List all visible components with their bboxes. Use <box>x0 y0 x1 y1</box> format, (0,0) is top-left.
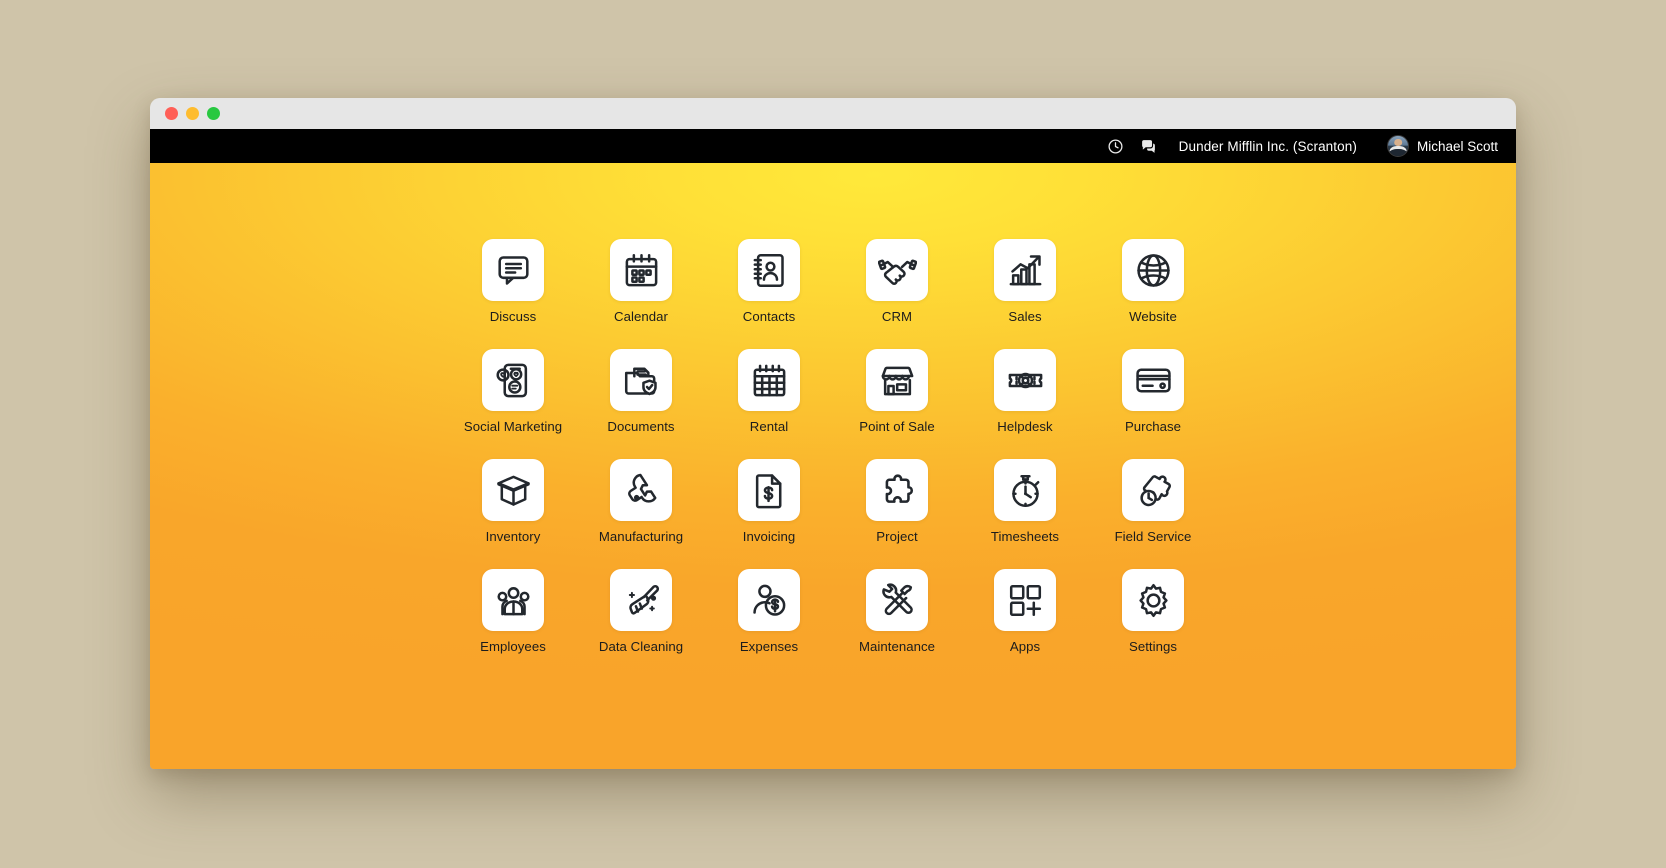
app-tile-settings[interactable]: Settings <box>1089 569 1217 679</box>
app-label: Calendar <box>614 309 668 324</box>
growth-chart-icon[interactable] <box>994 239 1056 301</box>
app-tile-discuss[interactable]: Discuss <box>449 239 577 349</box>
app-label: Discuss <box>489 309 537 324</box>
app-label: Contacts <box>742 309 796 324</box>
app-label: Manufacturing <box>598 529 684 544</box>
social-phone-icon[interactable] <box>482 349 544 411</box>
app-tile-calendar[interactable]: Calendar <box>577 239 705 349</box>
app-label: Apps <box>1009 639 1041 654</box>
apps-grid-plus-icon[interactable] <box>994 569 1056 631</box>
people-group-icon[interactable] <box>482 569 544 631</box>
rental-calendar-icon[interactable] <box>738 349 800 411</box>
app-tile-invoicing[interactable]: Invoicing <box>705 459 833 569</box>
app-label: Website <box>1129 309 1177 324</box>
discuss-icon[interactable] <box>482 239 544 301</box>
app-tile-inventory[interactable]: Inventory <box>449 459 577 569</box>
close-window-button[interactable] <box>165 107 178 120</box>
app-tile-helpdesk[interactable]: Helpdesk <box>961 349 1089 459</box>
app-tile-crm[interactable]: CRM <box>833 239 961 349</box>
app-label: Project <box>876 529 918 544</box>
apps-canvas: Discuss Calendar Contacts CRM Sales Website So… <box>150 163 1516 769</box>
app-label: Settings <box>1128 639 1178 654</box>
life-ring-ticket-icon[interactable] <box>994 349 1056 411</box>
wrench-icon[interactable] <box>610 459 672 521</box>
minimize-window-button[interactable] <box>186 107 199 120</box>
app-tile-social-marketing[interactable]: Social Marketing <box>449 349 577 459</box>
top-navbar: Dunder Mifflin Inc. (Scranton) Michael S… <box>150 129 1516 163</box>
handshake-icon[interactable] <box>866 239 928 301</box>
open-box-icon[interactable] <box>482 459 544 521</box>
stopwatch-icon[interactable] <box>994 459 1056 521</box>
app-tile-manufacturing[interactable]: Manufacturing <box>577 459 705 569</box>
apps-grid: Discuss Calendar Contacts CRM Sales Website So… <box>150 239 1516 679</box>
window-titlebar <box>150 98 1516 129</box>
contacts-icon[interactable] <box>738 239 800 301</box>
clock-icon[interactable] <box>1107 138 1124 155</box>
app-label: Field Service <box>1114 529 1192 544</box>
app-tile-sales[interactable]: Sales <box>961 239 1089 349</box>
user-menu[interactable]: Michael Scott <box>1386 135 1498 157</box>
app-tile-point-of-sale[interactable]: Point of Sale <box>833 349 961 459</box>
globe-icon[interactable] <box>1122 239 1184 301</box>
app-tile-project[interactable]: Project <box>833 459 961 569</box>
app-label: Purchase <box>1124 419 1182 434</box>
user-name: Michael Scott <box>1416 138 1498 154</box>
person-coin-icon[interactable] <box>738 569 800 631</box>
app-tile-apps[interactable]: Apps <box>961 569 1089 679</box>
app-label: Employees <box>480 639 546 654</box>
app-tile-field-service[interactable]: Field Service <box>1089 459 1217 569</box>
app-tile-employees[interactable]: Employees <box>449 569 577 679</box>
app-label: Point of Sale <box>859 419 935 434</box>
puzzle-piece-icon[interactable] <box>866 459 928 521</box>
app-tile-data-cleaning[interactable]: Data Cleaning <box>577 569 705 679</box>
puzzle-clock-icon[interactable] <box>1122 459 1184 521</box>
app-tile-website[interactable]: Website <box>1089 239 1217 349</box>
gear-icon[interactable] <box>1122 569 1184 631</box>
app-label: Inventory <box>485 529 541 544</box>
avatar <box>1386 135 1409 157</box>
maximize-window-button[interactable] <box>207 107 220 120</box>
app-label: Social Marketing <box>463 419 563 434</box>
storefront-icon[interactable] <box>866 349 928 411</box>
app-label: Helpdesk <box>997 419 1053 434</box>
app-label: Sales <box>1008 309 1042 324</box>
documents-shield-icon[interactable] <box>610 349 672 411</box>
dollar-document-icon[interactable] <box>738 459 800 521</box>
app-label: Expenses <box>739 639 799 654</box>
company-name[interactable]: Dunder Mifflin Inc. (Scranton) <box>1179 139 1357 154</box>
app-label: Maintenance <box>858 639 936 654</box>
broom-sparkle-icon[interactable] <box>610 569 672 631</box>
app-label: Timesheets <box>990 529 1060 544</box>
app-label: Data Cleaning <box>598 639 684 654</box>
calendar-icon[interactable] <box>610 239 672 301</box>
app-label: Invoicing <box>742 529 796 544</box>
app-label: CRM <box>881 309 913 324</box>
app-label: Documents <box>607 419 675 434</box>
app-label: Rental <box>749 419 789 434</box>
app-tile-documents[interactable]: Documents <box>577 349 705 459</box>
credit-card-icon[interactable] <box>1122 349 1184 411</box>
messages-icon[interactable] <box>1140 138 1157 155</box>
app-tile-rental[interactable]: Rental <box>705 349 833 459</box>
app-tile-contacts[interactable]: Contacts <box>705 239 833 349</box>
app-tile-expenses[interactable]: Expenses <box>705 569 833 679</box>
app-tile-timesheets[interactable]: Timesheets <box>961 459 1089 569</box>
app-tile-purchase[interactable]: Purchase <box>1089 349 1217 459</box>
app-window: Dunder Mifflin Inc. (Scranton) Michael S… <box>150 98 1516 769</box>
wrench-hammer-icon[interactable] <box>866 569 928 631</box>
app-tile-maintenance[interactable]: Maintenance <box>833 569 961 679</box>
